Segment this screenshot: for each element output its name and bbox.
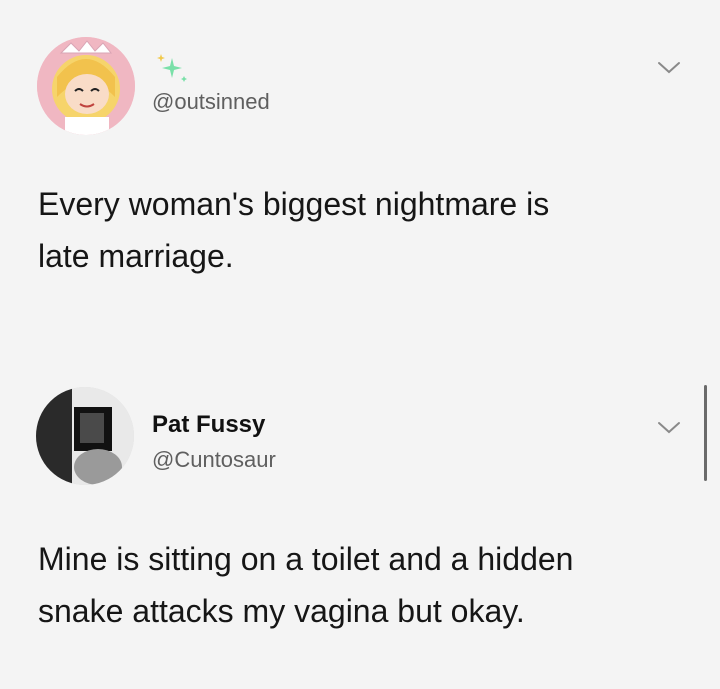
sparkles-icon [157,54,187,82]
photo-avatar-icon [36,387,134,485]
tweet-text: Mine is sitting on a toilet and a hidden… [38,541,574,629]
tweet-card: @outsinned Every woman's biggest nightma… [0,0,720,345]
scrollbar[interactable] [704,385,707,481]
chevron-down-icon[interactable] [656,60,682,76]
tweet-text: Every woman's biggest nightmare is late … [38,186,550,274]
cartoon-princess-avatar-icon [37,37,135,135]
user-handle[interactable]: @Cuntosaur [152,447,276,473]
tweet-card: Pat Fussy @Cuntosaur Mine is sitting on … [0,345,720,689]
chevron-down-icon[interactable] [656,420,682,436]
display-name[interactable]: Pat Fussy [152,411,265,439]
user-avatar[interactable] [37,37,135,135]
user-handle[interactable]: @outsinned [152,89,270,115]
user-avatar[interactable] [36,387,134,485]
